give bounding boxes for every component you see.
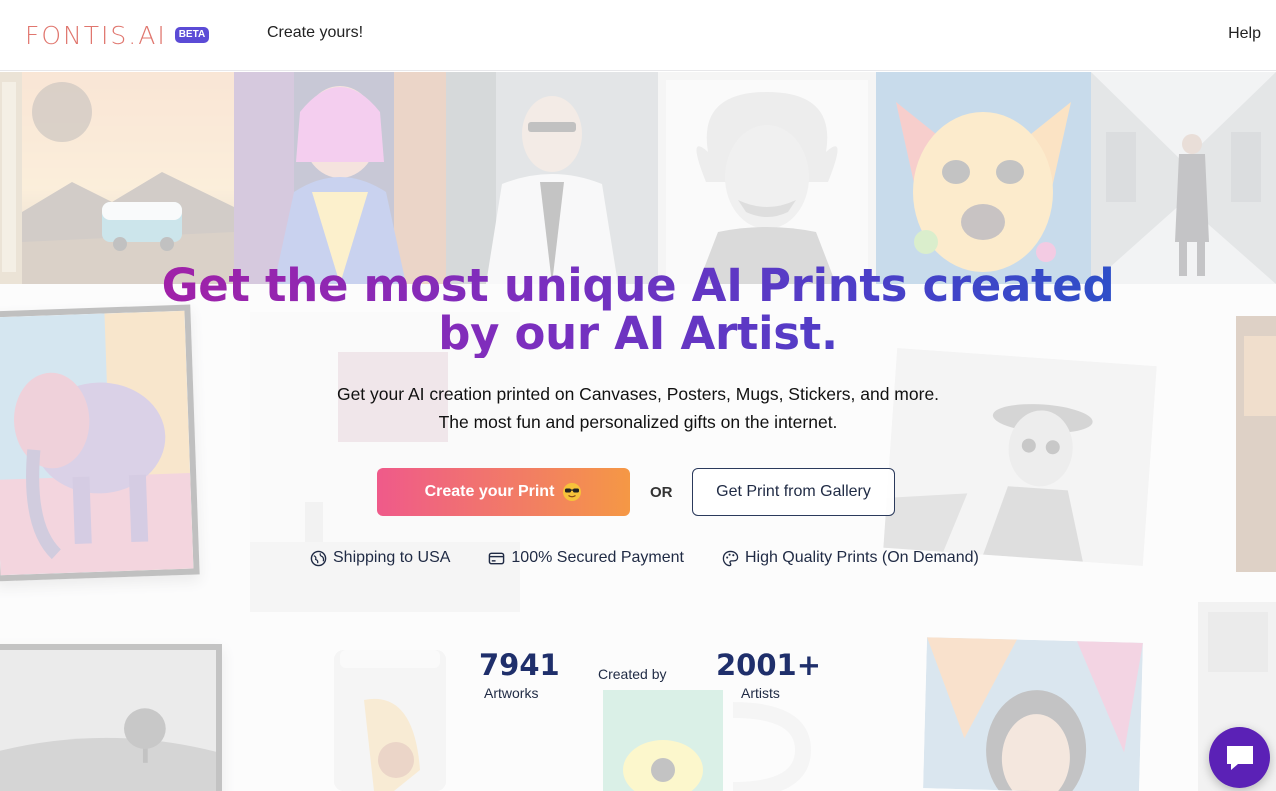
artworks-count: 7941: [479, 648, 560, 682]
chat-widget-button[interactable]: [1209, 727, 1270, 788]
features-list: Shipping to USA 100% Secured Payment Hig…: [310, 547, 979, 569]
sunglasses-emoji-icon: [563, 483, 582, 501]
nav-create-yours-link[interactable]: Create yours!: [267, 24, 363, 42]
headline-line-2: by our AI Artist.: [438, 307, 838, 360]
fontis-logo[interactable]: FONTIS.AI BETA: [25, 20, 210, 50]
get-print-from-gallery-button[interactable]: Get Print from Gallery: [692, 468, 895, 516]
top-navbar: FONTIS.AI BETA Create yours! Help: [0, 0, 1276, 71]
feature-payment-label: 100% Secured Payment: [511, 549, 684, 566]
or-separator: OR: [650, 484, 673, 501]
feature-shipping: Shipping to USA: [310, 547, 450, 569]
hero-headline: Get the most unique AI Prints created by…: [0, 262, 1276, 358]
feature-quality: High Quality Prints (On Demand): [722, 547, 979, 569]
feature-payment: 100% Secured Payment: [488, 547, 684, 569]
globe-icon: [310, 550, 327, 566]
artists-count: 2001+: [716, 648, 822, 682]
feature-shipping-label: Shipping to USA: [333, 549, 451, 566]
nav-help-link[interactable]: Help: [1228, 25, 1261, 43]
create-your-print-button[interactable]: Create your Print: [377, 468, 630, 516]
feature-quality-label: High Quality Prints (On Demand): [744, 549, 979, 566]
artists-label: Artists: [741, 685, 780, 701]
credit-card-icon: [489, 552, 505, 564]
created-by-label: Created by: [598, 666, 667, 682]
hero-subtitle: Get your AI creation printed on Canvases…: [336, 384, 940, 432]
chat-bubble-icon: [1226, 745, 1253, 770]
beta-badge: BETA: [174, 27, 210, 43]
headline-line-1: Get the most unique AI Prints created: [161, 259, 1115, 312]
create-your-print-label: Create your Print: [424, 483, 555, 500]
palette-icon: [722, 550, 739, 566]
logo-text: FONTIS.AI: [25, 20, 167, 50]
artworks-label: Artworks: [484, 685, 539, 701]
